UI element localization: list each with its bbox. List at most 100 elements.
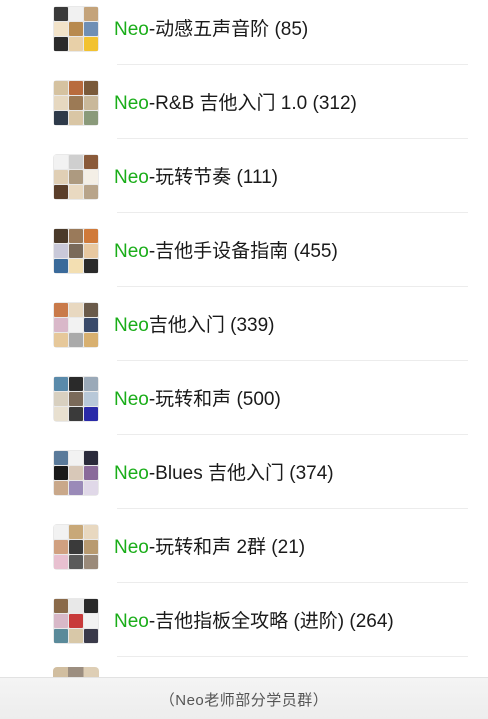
avatar-tile [69, 451, 83, 465]
group-name-prefix: Neo [114, 315, 149, 336]
group-name: Neo吉他入门 (339) [114, 314, 275, 338]
avatar-tile [69, 22, 83, 36]
group-name: Neo-吉他手设备指南 (455) [114, 240, 338, 264]
avatar-tile [54, 614, 68, 628]
avatar-tile [54, 155, 68, 169]
avatar-tile [84, 244, 98, 258]
group-row[interactable]: Neo-动感五声音阶 (85) [0, 1, 488, 75]
avatar-tile [54, 466, 68, 480]
group-row[interactable]: Neo-R&B 吉他入门 1.0 (312) [0, 75, 488, 149]
avatar-tile [84, 377, 98, 391]
avatar-tile [84, 111, 98, 125]
row-divider [117, 64, 468, 65]
row-divider [117, 286, 468, 287]
group-name-prefix: Neo [114, 19, 149, 40]
group-avatar [53, 6, 99, 52]
group-avatar [53, 228, 99, 274]
group-avatar [53, 80, 99, 126]
avatar-tile [84, 481, 98, 495]
avatar-tile [84, 7, 98, 21]
row-divider [117, 582, 468, 583]
avatar-tile [84, 22, 98, 36]
avatar-tile [69, 303, 83, 317]
row-divider [117, 434, 468, 435]
group-name-text: -吉他指板全攻略 (进阶) (264) [148, 611, 394, 632]
avatar-tile [84, 555, 98, 569]
avatar-tile [54, 229, 68, 243]
avatar-tile [54, 481, 68, 495]
group-name-text: -吉他手设备指南 (455) [148, 241, 338, 262]
avatar-tile [54, 540, 68, 554]
group-name-prefix: Neo [114, 167, 149, 188]
avatar-tile [69, 185, 83, 199]
group-name: Neo-动感五声音阶 (85) [114, 18, 308, 42]
group-name: Neo-R&B 吉他入门 1.0 (312) [114, 92, 357, 116]
avatar-tile [54, 185, 68, 199]
avatar-tile [54, 629, 68, 643]
avatar-tile [54, 37, 68, 51]
avatar-tile [69, 318, 83, 332]
group-name-prefix: Neo [114, 241, 149, 262]
avatar-tile [84, 81, 98, 95]
avatar-tile [84, 392, 98, 406]
group-row[interactable]: Neo-玩转和声 (500) [0, 371, 488, 445]
group-row[interactable]: Neo-玩转节奏 (111) [0, 149, 488, 223]
group-name: Neo-吉他指板全攻略 (进阶) (264) [114, 610, 394, 634]
avatar-tile [54, 111, 68, 125]
group-name-text: -玩转节奏 (111) [148, 167, 279, 188]
avatar-tile [54, 81, 68, 95]
avatar-tile [54, 525, 68, 539]
avatar-tile [54, 333, 68, 347]
avatar-tile [69, 259, 83, 273]
avatar-tile [69, 392, 83, 406]
avatar-tile [69, 229, 83, 243]
avatar-tile [84, 170, 98, 184]
avatar-tile [84, 614, 98, 628]
row-divider [117, 656, 468, 657]
avatar-tile [84, 96, 98, 110]
group-row[interactable]: Neo吉他入门 (339) [0, 297, 488, 371]
group-row[interactable]: Neo-吉他手设备指南 (455) [0, 223, 488, 297]
avatar-tile [84, 629, 98, 643]
row-divider [117, 138, 468, 139]
avatar-tile [69, 614, 83, 628]
avatar-tile [54, 599, 68, 613]
group-name: Neo-玩转和声 (500) [114, 388, 281, 412]
avatar-tile [54, 7, 68, 21]
group-name: Neo-玩转和声 2群 (21) [114, 536, 305, 560]
avatar-tile [54, 303, 68, 317]
group-name-text: 吉他入门 (339) [148, 315, 275, 336]
avatar-tile [69, 525, 83, 539]
group-name-prefix: Neo [114, 537, 149, 558]
avatar-tile [84, 525, 98, 539]
footer-bar: （Neo老师部分学员群） [0, 677, 488, 719]
row-divider [117, 212, 468, 213]
group-name-text: -Blues 吉他入门 (374) [148, 463, 334, 484]
avatar-tile [69, 244, 83, 258]
avatar-tile [69, 155, 83, 169]
group-avatar [53, 450, 99, 496]
avatar-tile [69, 377, 83, 391]
group-row[interactable]: Neo-吉他指板全攻略 (进阶) (264) [0, 593, 488, 667]
avatar-tile [84, 155, 98, 169]
group-avatar [53, 154, 99, 200]
avatar-tile [69, 599, 83, 613]
group-name-text: -玩转和声 2群 (21) [148, 537, 306, 558]
avatar-tile [84, 540, 98, 554]
avatar-tile [84, 466, 98, 480]
avatar-tile [84, 259, 98, 273]
avatar-tile [69, 96, 83, 110]
avatar-tile [84, 407, 98, 421]
avatar-tile [69, 333, 83, 347]
avatar-tile [54, 244, 68, 258]
row-divider [117, 508, 468, 509]
avatar-tile [69, 466, 83, 480]
group-row[interactable]: Neo-Blues 吉他入门 (374) [0, 445, 488, 519]
group-name: Neo-玩转节奏 (111) [114, 166, 278, 190]
footer-caption: （Neo老师部分学员群） [159, 692, 329, 709]
group-avatar [53, 376, 99, 422]
row-divider [117, 360, 468, 361]
group-row[interactable]: Neo-玩转和声 2群 (21) [0, 519, 488, 593]
avatar-tile [54, 318, 68, 332]
avatar-tile [69, 111, 83, 125]
